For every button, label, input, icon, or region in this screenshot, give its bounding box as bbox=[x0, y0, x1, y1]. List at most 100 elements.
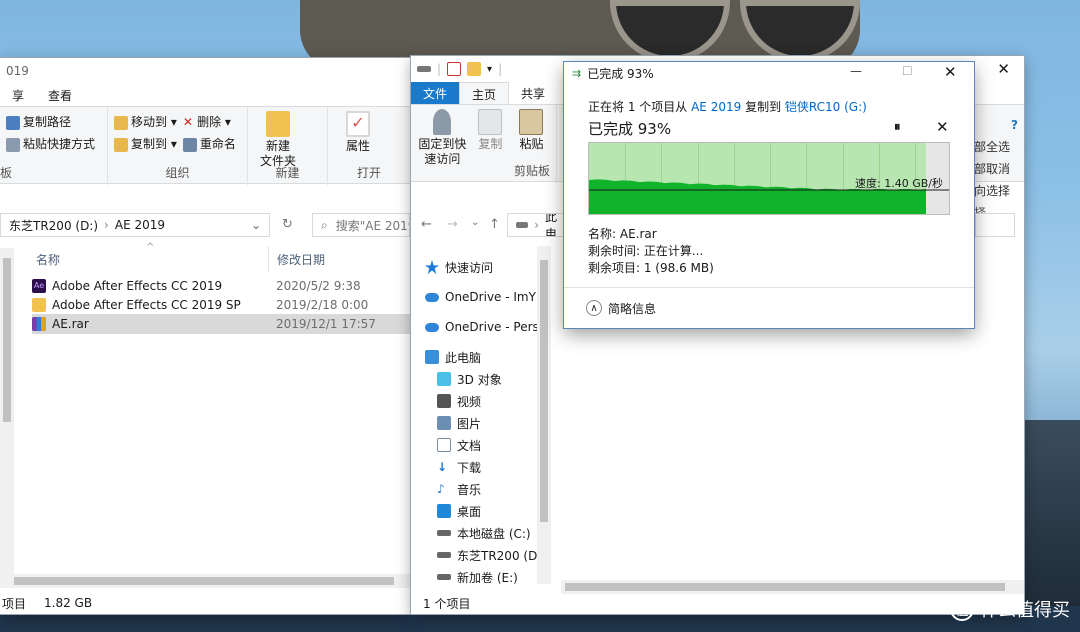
recent-dropdown-icon[interactable]: ⌄ bbox=[471, 217, 479, 228]
shortcut-icon bbox=[6, 137, 20, 152]
status-bar: 1 个项目 bbox=[423, 596, 471, 611]
search-input[interactable]: ⌕ 搜索"AE 2019" bbox=[312, 213, 410, 237]
tab-home[interactable]: 主页 bbox=[459, 82, 510, 104]
group-label: 打开 bbox=[356, 166, 381, 180]
move-icon bbox=[114, 115, 128, 130]
nav-item[interactable]: OneDrive - Perso bbox=[425, 316, 549, 338]
up-icon[interactable]: ↑ bbox=[489, 217, 500, 232]
invert-selection-button[interactable]: 向选择 bbox=[974, 180, 1018, 202]
sort-arrow-icon: ^ bbox=[146, 242, 155, 253]
group-clipboard: 固定到快 速访问 复制 粘贴 剪贴板 bbox=[411, 105, 557, 183]
status-bar: 项目 1.82 GB bbox=[2, 596, 93, 611]
drive-icon bbox=[437, 552, 451, 558]
copy-progress-dialog: ⇉ 已完成 93% — ☐ ✕ 正在将 1 个项目从 AE 2019 复制到 铠… bbox=[564, 62, 974, 328]
cancel-button[interactable]: ✕ bbox=[936, 118, 949, 136]
nav-item[interactable]: 图片 bbox=[425, 412, 549, 434]
transfer-speed-graph: 速度: 1.40 GB/秒 bbox=[588, 142, 950, 215]
computer-icon bbox=[425, 350, 439, 364]
help-icon[interactable]: ? bbox=[974, 114, 1018, 136]
details-toggle[interactable]: ∧ 简略信息 bbox=[564, 287, 974, 328]
nav-item[interactable]: 3D 对象 bbox=[425, 368, 549, 390]
nav-item[interactable]: 本地磁盘 (C:) bbox=[425, 522, 549, 544]
file-row[interactable]: Adobe After Effects CC 2019 SP 2019/2/18… bbox=[32, 295, 410, 315]
select-all-button[interactable]: 部全选 bbox=[974, 136, 1018, 158]
cube-icon bbox=[437, 372, 451, 386]
tab-file[interactable]: 文件 bbox=[411, 82, 460, 104]
quick-access-dropdown-icon[interactable]: ▾ bbox=[487, 64, 492, 75]
robot-eye-left bbox=[610, 0, 730, 62]
tab-view[interactable]: 查看 bbox=[36, 84, 84, 106]
title-bar: 019 bbox=[0, 58, 410, 84]
search-input[interactable] bbox=[975, 213, 1015, 237]
pin-quick-access-button[interactable]: 固定到快 速访问 bbox=[417, 109, 468, 167]
nav-scrollbar[interactable] bbox=[537, 246, 551, 584]
star-icon bbox=[425, 260, 439, 274]
column-name[interactable]: 名称 bbox=[36, 246, 60, 272]
delete-icon: ✕ bbox=[182, 115, 198, 129]
destination-link[interactable]: 铠侠RC10 (G:) bbox=[785, 100, 867, 114]
copy-path-icon bbox=[6, 115, 20, 130]
folder-icon[interactable] bbox=[467, 62, 482, 76]
tab-share[interactable]: 享 bbox=[0, 84, 36, 106]
source-link[interactable]: AE 2019 bbox=[691, 100, 741, 114]
file-row-selected[interactable]: AE.rar 2019/12/1 17:57 bbox=[32, 314, 410, 334]
copy-path-button[interactable]: 复制路径 bbox=[6, 111, 101, 133]
desktop-icon bbox=[437, 504, 451, 518]
paste-button[interactable]: 粘贴 bbox=[513, 109, 550, 167]
address-dropdown-icon[interactable]: ⌄ bbox=[251, 218, 261, 232]
close-icon[interactable]: ✕ bbox=[997, 60, 1010, 78]
nav-item[interactable]: ♪ 音乐 bbox=[425, 478, 549, 500]
transfer-details: 名称: AE.rar 剩余时间: 正在计算... 剩余项目: 1 (98.6 M… bbox=[588, 226, 714, 277]
rename-button[interactable]: 重命名 bbox=[182, 133, 236, 155]
cloud-icon bbox=[425, 292, 439, 302]
properties-button[interactable]: ✓ 属性 bbox=[334, 111, 382, 154]
ribbon-tabs: 享 查看 bbox=[0, 84, 410, 106]
group-label: 新建 bbox=[275, 166, 300, 180]
dialog-title: 已完成 93% bbox=[587, 66, 654, 81]
copy-description: 正在将 1 个项目从 AE 2019 复制到 铠侠RC10 (G:) bbox=[588, 100, 867, 114]
paste-shortcut-button[interactable]: 粘贴快捷方式 bbox=[6, 133, 101, 155]
file-row[interactable]: Ae Adobe After Effects CC 2019 2020/5/2 9… bbox=[32, 276, 410, 296]
forward-icon[interactable]: → bbox=[447, 217, 458, 232]
pause-button[interactable]: ⏸ bbox=[894, 120, 901, 135]
copy-button[interactable]: 复制 bbox=[472, 109, 509, 167]
nav-item[interactable]: 文档 bbox=[425, 434, 549, 456]
picture-icon bbox=[437, 416, 451, 430]
time-remaining-row: 剩余时间: 正在计算... bbox=[588, 244, 704, 258]
column-modified[interactable]: 修改日期 bbox=[268, 246, 408, 272]
close-icon[interactable]: ✕ bbox=[944, 63, 957, 81]
nav-item[interactable]: 快速访问 bbox=[425, 256, 549, 278]
video-icon bbox=[437, 394, 451, 408]
copy-to-button[interactable]: 复制到 ▾ bbox=[114, 133, 177, 155]
nav-item[interactable]: 东芝TR200 (D:) bbox=[425, 544, 549, 566]
nav-item[interactable]: OneDrive - ImYr bbox=[425, 286, 549, 308]
robot-eye-right bbox=[740, 0, 860, 62]
nav-item[interactable]: 新加卷 (E:) bbox=[425, 566, 549, 588]
nav-item[interactable]: 视频 bbox=[425, 390, 549, 412]
scrollbar-horizontal[interactable] bbox=[0, 574, 410, 588]
navigation-pane: 快速访问 OneDrive - ImYr OneDrive - Perso 此电… bbox=[425, 256, 549, 588]
explorer-window-left: 019 享 查看 复制路径 粘贴快捷方式 板 移动到 ▾ 复制到 ▾ ✕ 删除 … bbox=[0, 58, 410, 614]
address-bar[interactable]: 东芝TR200 (D:) › AE 2019 ⌄ bbox=[0, 213, 270, 237]
back-icon[interactable]: ← bbox=[421, 217, 432, 232]
tab-share[interactable]: 共享 bbox=[509, 82, 557, 104]
select-none-button[interactable]: 部取消 bbox=[974, 158, 1018, 180]
address-bar[interactable]: › 此电 bbox=[507, 213, 567, 237]
group-label: 剪贴板 bbox=[513, 164, 550, 178]
group-new: 新建 文件夹 新建 bbox=[248, 107, 328, 185]
ae-app-icon: Ae bbox=[32, 279, 46, 293]
drive-icon bbox=[437, 574, 451, 580]
cloud-icon bbox=[425, 322, 439, 332]
move-to-button[interactable]: 移动到 ▾ bbox=[114, 111, 177, 133]
properties-icon[interactable] bbox=[447, 62, 462, 76]
scrollbar-vertical[interactable] bbox=[0, 248, 14, 586]
refresh-icon[interactable]: ↻ bbox=[282, 217, 293, 232]
delete-button[interactable]: ✕ 删除 ▾ bbox=[183, 111, 236, 133]
nav-item[interactable]: 此电脑 bbox=[425, 346, 549, 368]
new-folder-button[interactable]: 新建 文件夹 bbox=[254, 111, 302, 169]
minimize-icon[interactable]: — bbox=[850, 64, 862, 78]
maximize-icon[interactable]: ☐ bbox=[902, 64, 913, 78]
nav-item[interactable]: ↓ 下载 bbox=[425, 456, 549, 478]
search-icon: ⌕ bbox=[321, 217, 328, 232]
nav-item[interactable]: 桌面 bbox=[425, 500, 549, 522]
